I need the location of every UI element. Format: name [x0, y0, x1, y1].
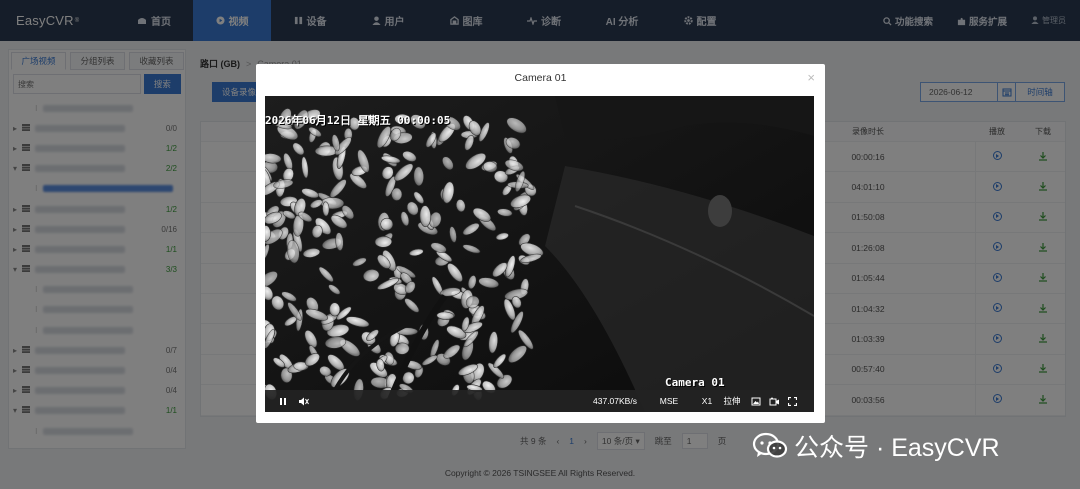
decode-mode[interactable]: MSE: [657, 394, 681, 408]
video-frame: [265, 96, 814, 412]
playback-speed[interactable]: X1: [699, 394, 715, 408]
screenshot-icon[interactable]: [750, 394, 762, 408]
video-player[interactable]: 2026年06月12日 星期五 00:00:05 Camera 01 437.0…: [265, 96, 814, 412]
video-player-modal: Camera 01 × 2026年06月12日 星期五 00:00:05 Cam…: [256, 64, 825, 423]
close-icon[interactable]: ×: [807, 70, 815, 85]
fullscreen-icon[interactable]: [786, 394, 798, 408]
mute-icon[interactable]: [297, 394, 309, 408]
record-icon[interactable]: [768, 394, 780, 408]
video-camera-label: Camera 01: [665, 376, 725, 389]
bitrate-readout: 437.07KB/s: [593, 396, 637, 406]
pause-icon[interactable]: [278, 394, 288, 408]
player-controls: 437.07KB/s MSE X1 拉伸: [265, 390, 814, 412]
modal-title: Camera 01: [514, 72, 567, 84]
watermark-text: 公众号 · EasyCVR: [794, 434, 1000, 462]
video-timestamp-overlay: 2026年06月12日 星期五 00:00:05: [265, 114, 451, 127]
wechat-watermark: 公众号 · EasyCVR: [752, 428, 1000, 464]
wechat-icon: [752, 432, 788, 458]
stretch-toggle[interactable]: 拉伸: [721, 394, 743, 408]
